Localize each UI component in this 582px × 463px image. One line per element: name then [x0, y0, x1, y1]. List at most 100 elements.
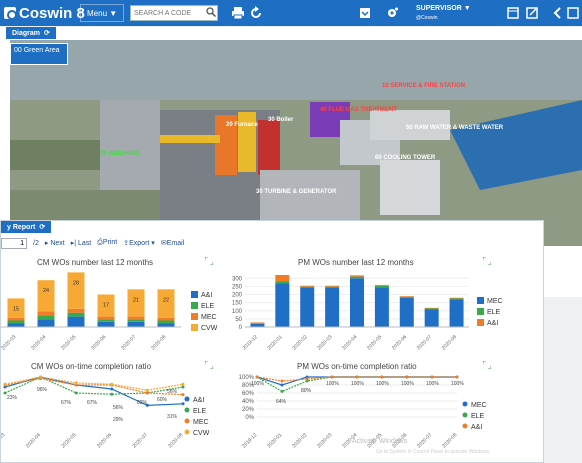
line-data-label: 56%	[113, 405, 124, 411]
line-data-label: 100%	[351, 381, 364, 387]
x-tick-label: 2020-07	[132, 432, 149, 449]
print-icon[interactable]	[231, 6, 245, 20]
x-tick-label: 2020-01	[266, 432, 283, 449]
legend-swatch	[477, 319, 484, 326]
plant-illustration	[10, 40, 582, 246]
plant-diagram-image[interactable]: 00 Green Area	[10, 40, 582, 246]
logout-icon[interactable]	[566, 6, 580, 20]
menu-button[interactable]: Menu ▼	[80, 4, 125, 22]
legend-swatch	[191, 302, 198, 309]
map-label-cooling-tower[interactable]: 60 COOLING TOWER	[375, 155, 435, 161]
bar-mec-2020-02	[300, 288, 315, 327]
legend-swatch	[184, 396, 190, 402]
legend-entry: CVW	[193, 430, 210, 437]
y-tick-label: 60%	[242, 391, 255, 397]
activate-windows-watermark: Activate Windows	[352, 438, 408, 445]
bar-data-label: 21	[133, 297, 139, 303]
bar-mec-2020-05	[374, 287, 389, 327]
green-area-button[interactable]: 00 Green Area	[10, 43, 68, 65]
line-point	[280, 383, 284, 387]
map-label-flue-gas-treatment[interactable]: 40 FLUE GAS TREATMENT	[320, 107, 397, 113]
bar-mec-2020-04	[350, 278, 364, 327]
legend-swatch	[191, 291, 198, 298]
x-tick-label: 2020-03	[316, 334, 333, 351]
search-icon[interactable]	[206, 7, 216, 17]
bar-ele-2020-05	[374, 285, 389, 288]
line-data-label: 100%	[401, 381, 414, 387]
bar-ele-2020-05	[67, 312, 85, 317]
x-tick-label: 2020-07	[416, 334, 433, 351]
legend-entry: MEC	[193, 419, 209, 426]
bar-ele-2020-02	[300, 286, 315, 288]
legend-entry: ELE	[193, 408, 207, 415]
report-panel: y Report⟳ /2 ▸ Next ▸| Last ⎙Print ⇪Expo…	[0, 220, 544, 463]
bar-mec-2020-04	[37, 311, 55, 316]
map-label-turbine-generator[interactable]: 30 TURBINE & GENERATOR	[256, 189, 336, 195]
x-tick-label: 2020-04	[30, 334, 47, 351]
y-tick-label: 200	[232, 293, 243, 299]
coswin-logo[interactable]: Coswin 8	[4, 4, 85, 22]
refresh-icon[interactable]	[249, 6, 263, 20]
map-label-service-fire-station[interactable]: 10 SERVICE & FIRE STATION	[382, 83, 465, 89]
line-data-label: 23%	[7, 395, 18, 401]
map-label-raw-water-waste-water[interactable]: 50 RAW WATER & WASTE WATER	[406, 125, 503, 131]
x-tick-label: 2020-05	[60, 432, 77, 449]
map-label-furnace[interactable]: 20 Furnace	[226, 122, 258, 128]
y-tick-label: 300	[232, 276, 243, 282]
line-point	[280, 389, 284, 393]
line-point	[110, 387, 114, 391]
line-data-label: 100%	[426, 381, 439, 387]
line-point	[455, 375, 459, 379]
legend-swatch	[184, 418, 190, 424]
legend-swatch	[462, 401, 468, 407]
legend-swatch	[191, 324, 198, 331]
x-tick-label: 2020-05	[366, 334, 383, 351]
x-tick-label: 2020-04	[341, 334, 358, 351]
bar-mec-2020-06	[97, 316, 115, 320]
bar-ai-2020-04	[350, 275, 364, 277]
line-data-label: 31%	[167, 414, 178, 420]
edit-icon[interactable]	[525, 6, 539, 20]
bar-ai-2019-12	[250, 322, 265, 324]
x-tick-label: 2020-04	[25, 432, 42, 449]
calendar-icon[interactable]	[506, 6, 520, 20]
bar-ele-2020-04	[37, 315, 55, 320]
map-label-weighing[interactable]: 70 WEIGHING	[100, 151, 139, 157]
legend-swatch	[462, 412, 468, 418]
line-data-label: 82%	[137, 400, 148, 406]
legend-entry: ELE	[487, 309, 501, 316]
legend-swatch	[191, 313, 198, 320]
bar-ai-2020-01	[275, 275, 290, 282]
legend-entry: A&I	[193, 397, 204, 404]
messages-icon[interactable]	[358, 6, 372, 20]
bar-ai-2020-05	[67, 316, 85, 327]
search-input[interactable]	[130, 5, 218, 21]
bar-ele-2020-08	[157, 320, 175, 324]
bar-ele-2020-06	[97, 319, 115, 322]
refresh-icon[interactable]: ⟳	[44, 29, 50, 37]
diagram-tab[interactable]: Diagram ⟳	[6, 27, 56, 39]
bar-ele-2020-01	[275, 281, 290, 284]
line-point	[430, 375, 434, 379]
user-menu[interactable]: SUPERVISOR ▼ @Coswin	[416, 4, 471, 23]
y-tick-label: 0%	[245, 415, 254, 421]
bar-data-label: 22	[163, 297, 169, 303]
line-data-label: 60%	[157, 397, 168, 403]
legend-entry: MEC	[201, 314, 217, 321]
back-icon[interactable]	[551, 6, 565, 20]
bar-ai-2020-08	[449, 297, 464, 299]
bar-ai-2020-06	[97, 321, 115, 327]
bar-ai-2020-07	[424, 307, 439, 309]
bar-mec-2020-03	[7, 317, 25, 321]
line-point	[181, 393, 185, 397]
bar-data-label: 17	[103, 303, 109, 309]
bar-ai-2020-06	[399, 296, 414, 297]
line-point	[110, 382, 114, 386]
line-point	[181, 382, 185, 386]
bar-ai-2020-03	[7, 323, 25, 327]
bar-ele-2020-07	[424, 308, 439, 310]
settings-icon[interactable]	[385, 6, 399, 20]
line-point	[110, 392, 114, 396]
bar-mec-2020-06	[399, 297, 414, 327]
map-label-boiler[interactable]: 30 Boiler	[268, 117, 293, 123]
